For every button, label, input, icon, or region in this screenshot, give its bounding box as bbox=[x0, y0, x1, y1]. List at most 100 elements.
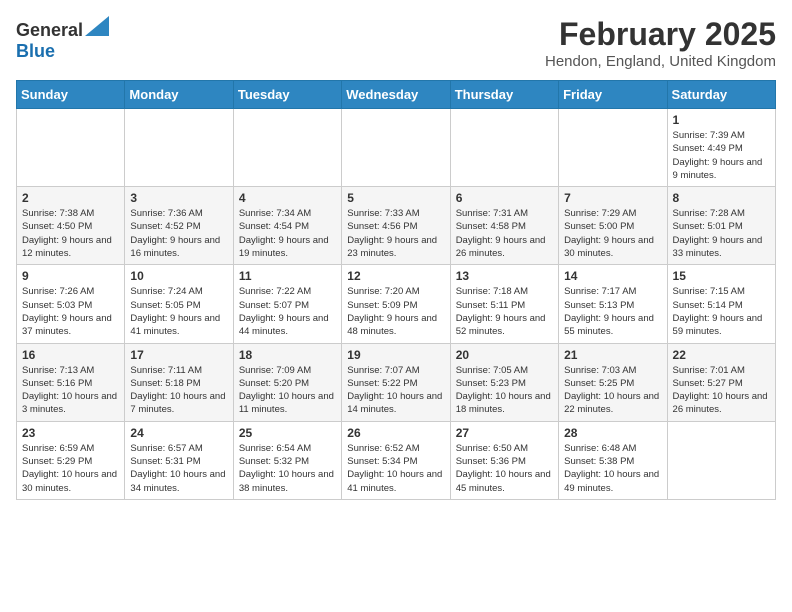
day-number: 25 bbox=[239, 426, 336, 440]
day-info: Sunrise: 7:03 AMSunset: 5:25 PMDaylight:… bbox=[564, 364, 661, 417]
day-info: Sunrise: 7:18 AMSunset: 5:11 PMDaylight:… bbox=[456, 285, 553, 338]
day-info: Sunrise: 7:34 AMSunset: 4:54 PMDaylight:… bbox=[239, 207, 336, 260]
day-number: 2 bbox=[22, 191, 119, 205]
calendar-cell: 26 Sunrise: 6:52 AMSunset: 5:34 PMDayligh… bbox=[342, 421, 450, 499]
day-info: Sunrise: 6:50 AMSunset: 5:36 PMDaylight:… bbox=[456, 442, 553, 495]
calendar-cell: 25 Sunrise: 6:54 AMSunset: 5:32 PMDayligh… bbox=[233, 421, 341, 499]
calendar-cell: 14Sunrise: 7:17 AMSunset: 5:13 PMDayligh… bbox=[559, 265, 667, 343]
calendar-cell: 8 Sunrise: 7:28 AMSunset: 5:01 PMDaylight… bbox=[667, 187, 775, 265]
calendar-cell: 15 Sunrise: 7:15 AMSunset: 5:14 PMDayligh… bbox=[667, 265, 775, 343]
weekday-header: Monday bbox=[125, 81, 233, 109]
day-number: 26 bbox=[347, 426, 444, 440]
calendar-cell: 2 Sunrise: 7:38 AMSunset: 4:50 PMDaylight… bbox=[17, 187, 125, 265]
weekday-header: Sunday bbox=[17, 81, 125, 109]
day-info: Sunrise: 7:20 AMSunset: 5:09 PMDaylight:… bbox=[347, 285, 444, 338]
calendar-cell: 3 Sunrise: 7:36 AMSunset: 4:52 PMDaylight… bbox=[125, 187, 233, 265]
day-info: Sunrise: 7:15 AMSunset: 5:14 PMDaylight:… bbox=[673, 285, 770, 338]
calendar-cell: 10 Sunrise: 7:24 AMSunset: 5:05 PMDayligh… bbox=[125, 265, 233, 343]
logo-text: General Blue bbox=[16, 16, 109, 62]
day-number: 4 bbox=[239, 191, 336, 205]
day-info: Sunrise: 6:52 AMSunset: 5:34 PMDaylight:… bbox=[347, 442, 444, 495]
day-number: 13 bbox=[456, 269, 553, 283]
weekday-header: Tuesday bbox=[233, 81, 341, 109]
day-number: 5 bbox=[347, 191, 444, 205]
day-number: 14 bbox=[564, 269, 661, 283]
day-number: 3 bbox=[130, 191, 227, 205]
calendar-cell: 5 Sunrise: 7:33 AMSunset: 4:56 PMDaylight… bbox=[342, 187, 450, 265]
weekday-header-row: SundayMondayTuesdayWednesdayThursdayFrid… bbox=[17, 81, 776, 109]
calendar-week-row: 23 Sunrise: 6:59 AMSunset: 5:29 PMDayligh… bbox=[17, 421, 776, 499]
calendar-cell: 22 Sunrise: 7:01 AMSunset: 5:27 PMDayligh… bbox=[667, 343, 775, 421]
day-number: 18 bbox=[239, 348, 336, 362]
day-number: 22 bbox=[673, 348, 770, 362]
weekday-header: Thursday bbox=[450, 81, 558, 109]
calendar-cell: 20Sunrise: 7:05 AMSunset: 5:23 PMDayligh… bbox=[450, 343, 558, 421]
weekday-header: Friday bbox=[559, 81, 667, 109]
day-info: Sunrise: 7:24 AMSunset: 5:05 PMDaylight:… bbox=[130, 285, 227, 338]
day-number: 6 bbox=[456, 191, 553, 205]
day-number: 23 bbox=[22, 426, 119, 440]
day-info: Sunrise: 7:11 AMSunset: 5:18 PMDaylight:… bbox=[130, 364, 227, 417]
calendar-week-row: 2 Sunrise: 7:38 AMSunset: 4:50 PMDaylight… bbox=[17, 187, 776, 265]
logo-general: General bbox=[16, 20, 83, 40]
calendar-cell: 7 Sunrise: 7:29 AMSunset: 5:00 PMDaylight… bbox=[559, 187, 667, 265]
logo-blue: Blue bbox=[16, 41, 55, 61]
calendar-cell: 21 Sunrise: 7:03 AMSunset: 5:25 PMDayligh… bbox=[559, 343, 667, 421]
calendar-cell bbox=[17, 109, 125, 187]
day-info: Sunrise: 7:31 AMSunset: 4:58 PMDaylight:… bbox=[456, 207, 553, 260]
calendar-week-row: 16Sunrise: 7:13 AMSunset: 5:16 PMDayligh… bbox=[17, 343, 776, 421]
day-info: Sunrise: 7:29 AMSunset: 5:00 PMDaylight:… bbox=[564, 207, 661, 260]
calendar-cell: 23 Sunrise: 6:59 AMSunset: 5:29 PMDayligh… bbox=[17, 421, 125, 499]
day-number: 15 bbox=[673, 269, 770, 283]
day-info: Sunrise: 7:01 AMSunset: 5:27 PMDaylight:… bbox=[673, 364, 770, 417]
calendar-cell: 13 Sunrise: 7:18 AMSunset: 5:11 PMDayligh… bbox=[450, 265, 558, 343]
calendar-cell: 18 Sunrise: 7:09 AMSunset: 5:20 PMDayligh… bbox=[233, 343, 341, 421]
day-number: 10 bbox=[130, 269, 227, 283]
day-info: Sunrise: 6:59 AMSunset: 5:29 PMDaylight:… bbox=[22, 442, 119, 495]
day-info: Sunrise: 7:38 AMSunset: 4:50 PMDaylight:… bbox=[22, 207, 119, 260]
calendar-cell bbox=[342, 109, 450, 187]
day-info: Sunrise: 7:26 AMSunset: 5:03 PMDaylight:… bbox=[22, 285, 119, 338]
day-info: Sunrise: 7:33 AMSunset: 4:56 PMDaylight:… bbox=[347, 207, 444, 260]
calendar-cell bbox=[233, 109, 341, 187]
logo: General Blue bbox=[16, 16, 109, 62]
day-info: Sunrise: 7:39 AMSunset: 4:49 PMDaylight:… bbox=[673, 129, 770, 182]
day-info: Sunrise: 7:05 AMSunset: 5:23 PMDaylight:… bbox=[456, 364, 553, 417]
calendar-cell bbox=[667, 421, 775, 499]
calendar-cell: 27 Sunrise: 6:50 AMSunset: 5:36 PMDayligh… bbox=[450, 421, 558, 499]
calendar-cell: 9Sunrise: 7:26 AMSunset: 5:03 PMDaylight… bbox=[17, 265, 125, 343]
location-title: Hendon, England, United Kingdom bbox=[545, 53, 776, 70]
day-info: Sunrise: 6:54 AMSunset: 5:32 PMDaylight:… bbox=[239, 442, 336, 495]
day-info: Sunrise: 7:22 AMSunset: 5:07 PMDaylight:… bbox=[239, 285, 336, 338]
calendar-cell: 28 Sunrise: 6:48 AMSunset: 5:38 PMDayligh… bbox=[559, 421, 667, 499]
calendar-cell: 1 Sunrise: 7:39 AMSunset: 4:49 PMDaylight… bbox=[667, 109, 775, 187]
calendar-week-row: 9Sunrise: 7:26 AMSunset: 5:03 PMDaylight… bbox=[17, 265, 776, 343]
calendar-cell: 17Sunrise: 7:11 AMSunset: 5:18 PMDayligh… bbox=[125, 343, 233, 421]
page-header: General Blue February 2025 Hendon, Engla… bbox=[16, 16, 776, 70]
day-number: 8 bbox=[673, 191, 770, 205]
day-info: Sunrise: 7:28 AMSunset: 5:01 PMDaylight:… bbox=[673, 207, 770, 260]
day-info: Sunrise: 7:07 AMSunset: 5:22 PMDaylight:… bbox=[347, 364, 444, 417]
day-info: Sunrise: 6:48 AMSunset: 5:38 PMDaylight:… bbox=[564, 442, 661, 495]
day-number: 7 bbox=[564, 191, 661, 205]
calendar-cell: 19 Sunrise: 7:07 AMSunset: 5:22 PMDayligh… bbox=[342, 343, 450, 421]
calendar-cell: 16Sunrise: 7:13 AMSunset: 5:16 PMDayligh… bbox=[17, 343, 125, 421]
title-block: February 2025 Hendon, England, United Ki… bbox=[545, 16, 776, 70]
day-info: Sunrise: 7:36 AMSunset: 4:52 PMDaylight:… bbox=[130, 207, 227, 260]
day-number: 16 bbox=[22, 348, 119, 362]
day-number: 11 bbox=[239, 269, 336, 283]
logo-icon bbox=[85, 16, 109, 36]
day-number: 21 bbox=[564, 348, 661, 362]
calendar-cell bbox=[450, 109, 558, 187]
calendar-cell bbox=[559, 109, 667, 187]
day-number: 19 bbox=[347, 348, 444, 362]
weekday-header: Saturday bbox=[667, 81, 775, 109]
day-number: 1 bbox=[673, 113, 770, 127]
calendar-cell: 24Sunrise: 6:57 AMSunset: 5:31 PMDayligh… bbox=[125, 421, 233, 499]
day-info: Sunrise: 7:09 AMSunset: 5:20 PMDaylight:… bbox=[239, 364, 336, 417]
day-number: 28 bbox=[564, 426, 661, 440]
day-number: 27 bbox=[456, 426, 553, 440]
day-info: Sunrise: 6:57 AMSunset: 5:31 PMDaylight:… bbox=[130, 442, 227, 495]
calendar-cell: 6 Sunrise: 7:31 AMSunset: 4:58 PMDaylight… bbox=[450, 187, 558, 265]
weekday-header: Wednesday bbox=[342, 81, 450, 109]
